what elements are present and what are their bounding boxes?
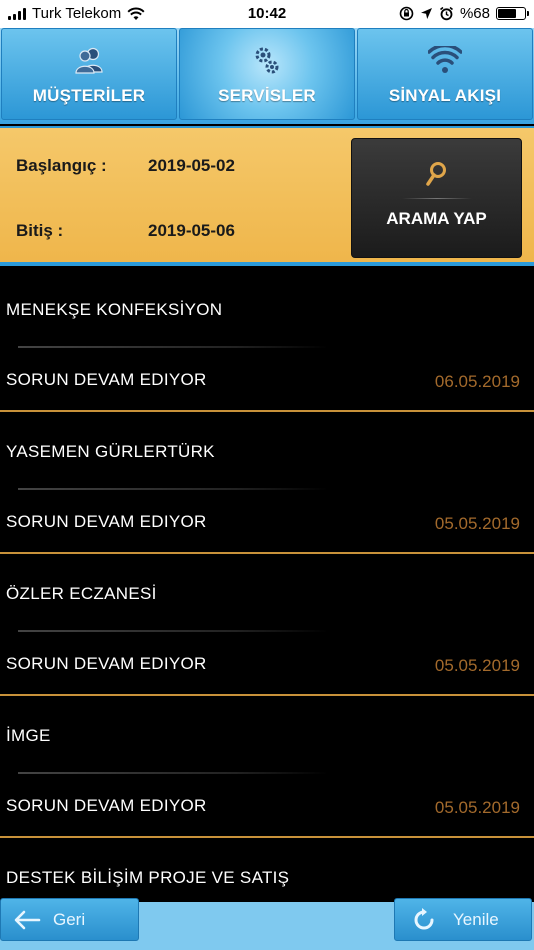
location-arrow-icon [420, 8, 432, 19]
search-button[interactable]: ARAMA YAP [351, 138, 522, 258]
start-date-field[interactable]: 2019-05-02 [148, 156, 235, 176]
service-date: 05.05.2019 [434, 656, 520, 675]
bottom-toolbar: Geri Yenile [0, 898, 534, 950]
top-navigation: MÜŞTERİLER SERVİSLER SİNYAL AKIŞI [0, 28, 534, 124]
service-status: SORUN DEVAM EDIYOR [6, 796, 207, 815]
status-right: %68 [399, 5, 529, 22]
list-item[interactable]: MENEKŞE KONFEKSİYON SORUN DEVAM EDIYOR 0… [0, 270, 534, 412]
tab-label: SERVİSLER [218, 86, 316, 105]
list-item[interactable]: İMGE SORUN DEVAM EDIYOR 05.05.2019 [0, 696, 534, 838]
gears-icon [249, 42, 285, 78]
service-date: 06.05.2019 [434, 372, 520, 391]
service-list: MENEKŞE KONFEKSİYON SORUN DEVAM EDIYOR 0… [0, 270, 534, 902]
arrow-left-icon [14, 910, 41, 929]
status-bar: Turk Telekom 10:42 %68 [0, 0, 534, 28]
magnifier-icon [425, 161, 448, 192]
service-status: SORUN DEVAM EDIYOR [6, 370, 207, 389]
service-status: SORUN DEVAM EDIYOR [6, 654, 207, 673]
customer-name: MENEKŞE KONFEKSİYON [6, 300, 223, 319]
rotation-lock-icon [399, 6, 414, 21]
alarm-clock-icon [439, 6, 453, 21]
tab-musteriler[interactable]: MÜŞTERİLER [1, 28, 177, 120]
refresh-label: Yenile [453, 909, 499, 929]
battery-icon [496, 7, 529, 20]
customer-name: İMGE [6, 726, 51, 745]
tab-sinyal-akisi[interactable]: SİNYAL AKIŞI [357, 28, 533, 120]
tab-label: MÜŞTERİLER [32, 86, 146, 105]
customer-name: ÖZLER ECZANESİ [6, 584, 157, 603]
item-divider [18, 488, 328, 490]
service-status: SORUN DEVAM EDIYOR [6, 512, 207, 531]
item-divider [18, 346, 328, 348]
service-date: 05.05.2019 [434, 514, 520, 533]
wifi-icon [427, 42, 463, 78]
customer-name: DESTEK BİLİŞİM PROJE VE SATIŞ [6, 868, 290, 887]
service-date: 05.05.2019 [434, 798, 520, 817]
list-item[interactable]: ÖZLER ECZANESİ SORUN DEVAM EDIYOR 05.05.… [0, 554, 534, 696]
item-divider [18, 772, 328, 774]
tab-label: SİNYAL AKIŞI [388, 86, 502, 105]
start-date-label: Başlangıç : [16, 156, 107, 175]
button-separator [401, 198, 472, 199]
refresh-icon [414, 907, 434, 929]
battery-percent: %68 [459, 5, 490, 22]
search-button-label: ARAMA YAP [386, 209, 487, 228]
customer-name: YASEMEN GÜRLERTÜRK [6, 442, 215, 461]
battery-fill [498, 9, 516, 18]
item-divider [18, 630, 328, 632]
back-label: Geri [53, 909, 86, 929]
users-icon [71, 42, 107, 78]
end-date-field[interactable]: 2019-05-06 [148, 221, 235, 241]
end-date-label: Bitiş : [16, 221, 64, 240]
back-button[interactable]: Geri [0, 898, 139, 941]
date-search-panel: Başlangıç : 2019-05-02 Bitiş : 2019-05-0… [0, 126, 534, 266]
list-item[interactable]: DESTEK BİLİŞİM PROJE VE SATIŞ [0, 838, 534, 902]
list-item[interactable]: YASEMEN GÜRLERTÜRK SORUN DEVAM EDIYOR 05… [0, 412, 534, 554]
refresh-button[interactable]: Yenile [394, 898, 532, 941]
tab-servisler[interactable]: SERVİSLER [179, 28, 355, 120]
